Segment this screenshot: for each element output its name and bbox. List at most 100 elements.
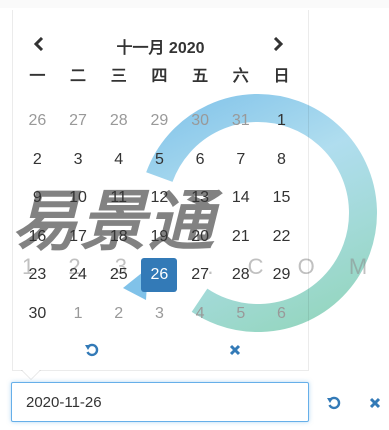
day-number: 5 (236, 304, 246, 322)
day-cell[interactable]: 19 (139, 218, 180, 257)
day-cell[interactable]: 1 (58, 295, 99, 334)
day-cell[interactable]: 11 (98, 179, 139, 218)
day-number: 9 (32, 189, 42, 207)
day-cell[interactable]: 24 (58, 256, 99, 295)
popup-caret (22, 370, 40, 379)
day-number: 30 (28, 304, 47, 322)
background-page-strip (0, 0, 389, 8)
day-number: 28 (109, 112, 128, 130)
date-input[interactable] (11, 382, 309, 422)
day-cell[interactable]: 4 (180, 295, 221, 334)
day-number: 29 (150, 112, 169, 130)
day-number: 31 (231, 112, 250, 130)
day-number: 10 (69, 189, 87, 207)
day-number: 5 (154, 150, 164, 168)
datepicker-header: 十一月 2020 (13, 32, 308, 57)
day-cell-selected[interactable]: 26 (139, 256, 180, 295)
day-number: 1 (277, 112, 286, 130)
reset-button[interactable] (78, 338, 106, 362)
day-grid: 26 27 28 29 30 31 1 2 3 4 5 6 7 8 9 10 11 12 13 14 15 16 17 18 1… (17, 102, 302, 333)
day-number: 7 (236, 150, 246, 168)
day-number: 23 (28, 266, 47, 284)
day-cell[interactable]: 7 (220, 141, 261, 180)
weekday-label: 四 (151, 68, 168, 85)
day-number: 29 (272, 266, 291, 284)
day-number: 26 (28, 112, 47, 130)
weekday-label: 二 (70, 68, 87, 85)
day-cell[interactable]: 6 (261, 295, 302, 334)
day-cell[interactable]: 28 (98, 102, 139, 141)
day-cell[interactable]: 5 (139, 141, 180, 180)
day-cell[interactable]: 30 (17, 295, 58, 334)
day-cell[interactable]: 2 (98, 295, 139, 334)
day-number: 15 (272, 189, 291, 207)
day-number: 6 (195, 150, 205, 168)
day-cell[interactable]: 3 (58, 141, 99, 180)
close-icon (229, 344, 241, 356)
day-number: 28 (231, 266, 250, 284)
day-cell[interactable]: 5 (220, 295, 261, 334)
day-number: 27 (191, 266, 209, 284)
day-number: 2 (32, 150, 42, 168)
undo-icon (85, 343, 99, 357)
input-reset-button[interactable] (322, 392, 346, 414)
day-cell[interactable]: 25 (98, 256, 139, 295)
day-cell[interactable]: 2 (17, 141, 58, 180)
day-cell[interactable]: 10 (58, 179, 99, 218)
day-number: 18 (109, 227, 128, 245)
day-cell[interactable]: 22 (261, 218, 302, 257)
weekday-label: 六 (232, 68, 249, 85)
weekday-label: 五 (192, 68, 209, 85)
day-cell[interactable]: 29 (261, 256, 302, 295)
datepicker-footer (13, 338, 308, 362)
day-cell[interactable]: 4 (98, 141, 139, 180)
day-number: 12 (150, 189, 169, 207)
day-number: 11 (110, 189, 128, 207)
day-cell[interactable]: 12 (139, 179, 180, 218)
day-cell[interactable]: 16 (17, 218, 58, 257)
day-number: 30 (191, 112, 209, 130)
day-cell[interactable]: 28 (220, 256, 261, 295)
clear-button[interactable] (221, 338, 249, 362)
day-cell[interactable]: 8 (261, 141, 302, 180)
day-number: 19 (150, 227, 169, 245)
day-cell[interactable]: 13 (180, 179, 221, 218)
day-cell[interactable]: 3 (139, 295, 180, 334)
day-number: 24 (69, 266, 87, 284)
day-cell[interactable]: 27 (180, 256, 221, 295)
day-cell[interactable]: 26 (17, 102, 58, 141)
chevron-right-icon (273, 37, 284, 51)
weekday-label: 一 (29, 68, 46, 85)
day-number: 2 (114, 304, 124, 322)
input-clear-button[interactable] (363, 392, 387, 414)
day-cell[interactable]: 14 (220, 179, 261, 218)
day-number: 4 (195, 304, 205, 322)
next-month-button[interactable] (264, 32, 292, 56)
day-cell[interactable]: 29 (139, 102, 180, 141)
day-cell[interactable]: 21 (220, 218, 261, 257)
day-number: 21 (231, 227, 250, 245)
day-number: 13 (191, 189, 209, 207)
day-number: 4 (114, 150, 124, 168)
day-cell[interactable]: 6 (180, 141, 221, 180)
day-number: 22 (272, 227, 291, 245)
day-cell[interactable]: 18 (98, 218, 139, 257)
day-cell[interactable]: 17 (58, 218, 99, 257)
day-cell[interactable]: 31 (220, 102, 261, 141)
weekday-label: 日 (273, 68, 290, 85)
day-number: 3 (154, 304, 164, 322)
day-cell[interactable]: 15 (261, 179, 302, 218)
day-cell[interactable]: 30 (180, 102, 221, 141)
day-cell[interactable]: 20 (180, 218, 221, 257)
day-number: 3 (73, 150, 83, 168)
day-number: 25 (109, 266, 128, 284)
day-cell[interactable]: 1 (261, 102, 302, 141)
datepicker-popup: 十一月 2020 一 二 三 四 五 六 日 26 27 28 29 30 31 1 2 3 4 5… (12, 10, 309, 371)
day-number: 16 (28, 227, 47, 245)
weekday-label: 三 (110, 68, 127, 85)
day-cell[interactable]: 27 (58, 102, 99, 141)
day-cell[interactable]: 23 (17, 256, 58, 295)
weekday-header-row: 一 二 三 四 五 六 日 (17, 65, 302, 89)
day-number: 26 (141, 258, 178, 293)
day-cell[interactable]: 9 (17, 179, 58, 218)
